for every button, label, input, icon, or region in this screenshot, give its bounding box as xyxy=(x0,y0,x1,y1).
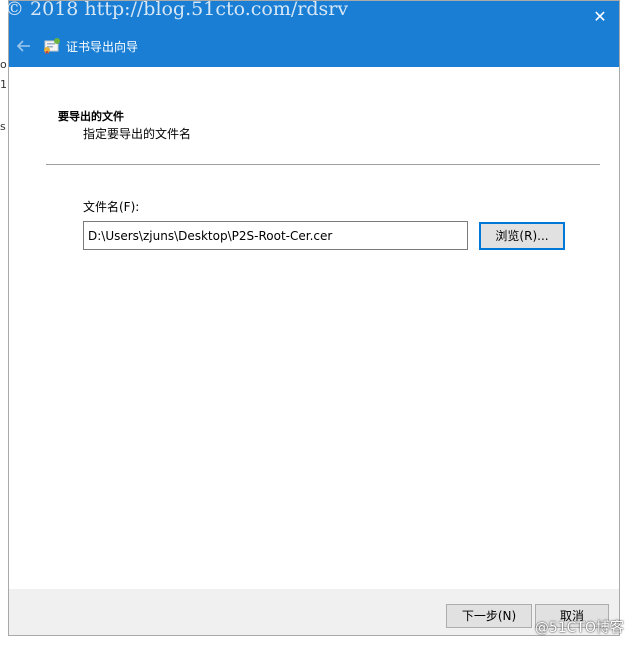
site-watermark: @51CTO博客 xyxy=(534,620,624,636)
background-text-fragment: s xyxy=(0,120,6,133)
background-window-edge: o 1( s xyxy=(0,0,11,646)
certificate-icon xyxy=(43,37,61,55)
close-button[interactable]: ✕ xyxy=(587,6,613,28)
filename-input[interactable] xyxy=(83,221,468,250)
wizard-title: 证书导出向导 xyxy=(66,40,139,54)
page-title: 要导出的文件 xyxy=(58,110,124,123)
background-text-fragment: o xyxy=(0,58,7,71)
back-arrow-icon xyxy=(16,40,30,52)
browse-button[interactable]: 浏览(R)... xyxy=(479,222,565,250)
next-button[interactable]: 下一步(N) xyxy=(446,604,532,628)
page-subtitle: 指定要导出的文件名 xyxy=(83,127,192,141)
filename-label: 文件名(F): xyxy=(83,200,140,214)
header-separator xyxy=(46,164,600,165)
close-icon: ✕ xyxy=(593,7,607,26)
titlebar: © 2018 http://blog.51cto.com/rdsrv ✕ 证书导… xyxy=(5,0,619,67)
certificate-export-wizard-dialog: © 2018 http://blog.51cto.com/rdsrv ✕ 证书导… xyxy=(5,0,620,636)
back-button[interactable] xyxy=(15,37,33,55)
watermark-text: © 2018 http://blog.51cto.com/rdsrv xyxy=(5,0,349,20)
